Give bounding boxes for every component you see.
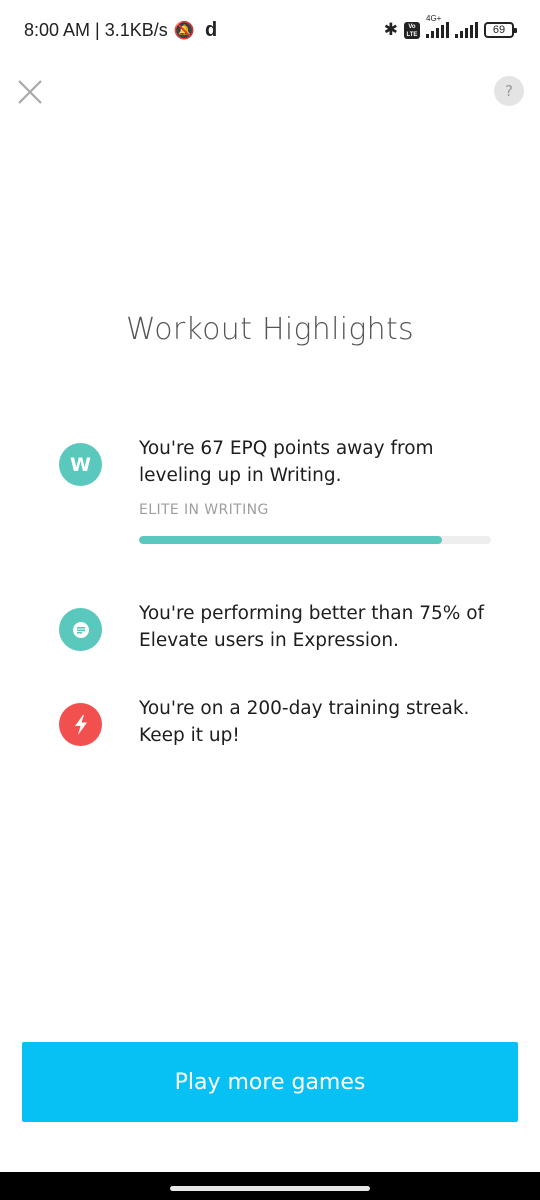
signal-strength-icon: 4G+ bbox=[426, 14, 449, 38]
highlight-text: You're 67 EPQ points away from leveling … bbox=[139, 438, 434, 486]
battery-level: 69 bbox=[492, 24, 506, 36]
progress-fill bbox=[139, 536, 442, 544]
status-right: ✱ Vo LTE 4G+ 69 bbox=[383, 14, 517, 40]
badge-letter: W bbox=[70, 453, 91, 476]
battery-icon: 69 bbox=[484, 22, 517, 38]
home-indicator[interactable] bbox=[170, 1186, 370, 1191]
help-icon: ? bbox=[505, 82, 513, 100]
network-type-label: 4G+ bbox=[426, 14, 442, 23]
speech-bubble-icon bbox=[59, 608, 102, 651]
status-time-speed: 8:00 AM | 3.1KB/s bbox=[24, 20, 168, 40]
volte-icon: Vo LTE bbox=[404, 21, 420, 39]
close-button[interactable] bbox=[14, 76, 46, 108]
bell-muted-icon: 🔕 bbox=[173, 20, 195, 40]
play-more-games-button[interactable]: Play more games bbox=[22, 1042, 518, 1122]
page-title: Workout Highlights bbox=[126, 312, 414, 347]
close-icon bbox=[18, 80, 42, 104]
highlight-text: You're on a 200-day training streak. Kee… bbox=[139, 698, 470, 746]
navigation-bar bbox=[0, 1172, 540, 1200]
signal-strength-icon-2 bbox=[455, 22, 478, 38]
app-notification-icon: d bbox=[204, 19, 218, 41]
writing-w-badge-icon: W bbox=[59, 443, 102, 486]
lightning-bolt-icon bbox=[59, 703, 102, 746]
status-bar: 8:00 AM | 3.1KB/s 🔕 d ✱ Vo LTE 4G+ 69 bbox=[0, 0, 540, 60]
progress-label: ELITE IN WRITING bbox=[139, 502, 269, 518]
highlight-text: You're performing better than 75% of Ele… bbox=[139, 603, 485, 651]
help-button[interactable]: ? bbox=[494, 76, 524, 106]
status-left: 8:00 AM | 3.1KB/s 🔕 d bbox=[24, 19, 217, 42]
progress-bar bbox=[139, 536, 491, 544]
bluetooth-icon: ✱ bbox=[383, 20, 398, 40]
